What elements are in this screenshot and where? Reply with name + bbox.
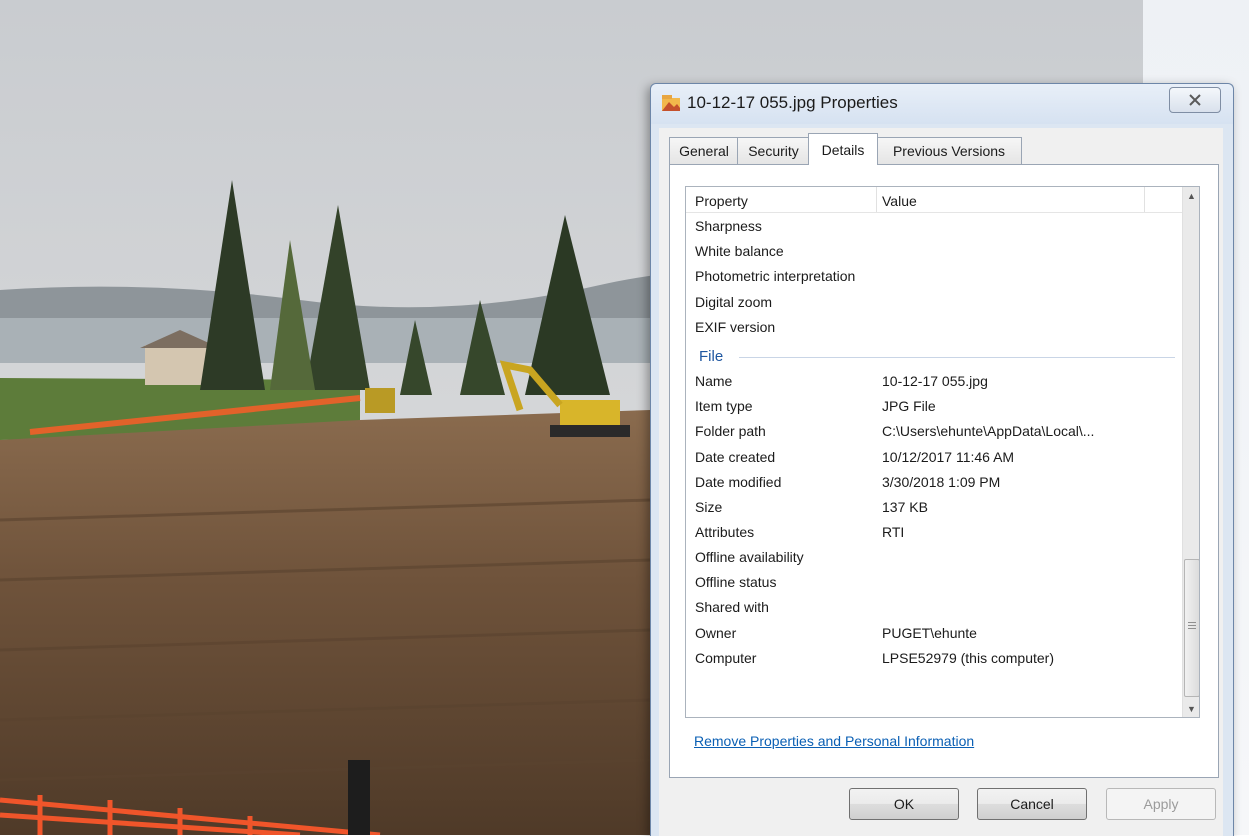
grip-icon <box>1188 622 1196 630</box>
list-item[interactable]: EXIF version <box>695 319 1175 344</box>
group-divider <box>739 357 1175 358</box>
tab-details[interactable]: Details <box>808 133 878 165</box>
property-name: EXIF version <box>695 319 776 335</box>
properties-dialog: 10-12-17 055.jpg Properties General Secu… <box>650 83 1234 836</box>
list-item[interactable]: Item type JPG File <box>695 398 1175 423</box>
list-item[interactable]: Digital zoom <box>695 294 1175 319</box>
ok-button[interactable]: OK <box>849 788 959 820</box>
list-item[interactable]: Date modified 3/30/2018 1:09 PM <box>695 474 1175 499</box>
group-label: File <box>699 348 728 365</box>
tab-previous-versions[interactable]: Previous Versions <box>876 137 1022 164</box>
column-header-property[interactable]: Property <box>695 193 748 209</box>
close-button[interactable] <box>1169 87 1221 113</box>
property-name: Owner <box>695 625 737 641</box>
property-value: 3/30/2018 1:09 PM <box>882 474 1001 490</box>
list-item[interactable]: Sharpness <box>695 218 1175 243</box>
column-header-value[interactable]: Value <box>882 193 917 209</box>
apply-button[interactable]: Apply <box>1106 788 1216 820</box>
list-item[interactable]: Name 10-12-17 055.jpg <box>695 373 1175 398</box>
property-name: Sharpness <box>695 218 762 234</box>
cancel-button[interactable]: Cancel <box>977 788 1087 820</box>
list-header: Property Value <box>686 187 1182 213</box>
property-value: PUGET\ehunte <box>882 625 977 641</box>
property-value: C:\Users\ehunte\AppData\Local\... <box>882 423 1095 439</box>
image-file-icon <box>662 95 680 111</box>
list-item[interactable]: Computer LPSE52979 (this computer) <box>695 650 1175 675</box>
property-name: Offline status <box>695 574 777 590</box>
list-item[interactable]: Photometric interpretation <box>695 268 1175 293</box>
list-item[interactable]: Owner PUGET\ehunte <box>695 625 1175 650</box>
details-page: Property Value Sharpness White balance P… <box>669 164 1219 778</box>
list-item[interactable]: Offline availability <box>695 549 1175 574</box>
vertical-scrollbar[interactable]: ▲ ▼ <box>1182 187 1199 717</box>
scrollbar-thumb[interactable] <box>1184 559 1199 697</box>
property-value: 10/12/2017 11:46 AM <box>882 449 1015 465</box>
scroll-up-arrow-icon[interactable]: ▲ <box>1183 187 1199 204</box>
property-name: Digital zoom <box>695 294 773 310</box>
list-item[interactable]: Folder path C:\Users\ehunte\AppData\Loca… <box>695 423 1175 448</box>
property-name: Name <box>695 373 733 389</box>
property-name: Photometric interpretation <box>695 268 856 284</box>
close-icon <box>1189 94 1201 106</box>
window-title: 10-12-17 055.jpg Properties <box>687 93 898 112</box>
list-item[interactable]: Attributes RTI <box>695 524 1175 549</box>
property-name: Item type <box>695 398 753 414</box>
list-item[interactable]: White balance <box>695 243 1175 268</box>
property-name: Folder path <box>695 423 766 439</box>
details-list[interactable]: Property Value Sharpness White balance P… <box>685 186 1200 718</box>
list-item[interactable]: Shared with <box>695 599 1175 624</box>
column-divider[interactable] <box>1144 187 1145 212</box>
column-divider[interactable] <box>876 187 877 212</box>
property-name: Computer <box>695 650 757 666</box>
property-name: Shared with <box>695 599 769 615</box>
property-value: JPG File <box>882 398 936 414</box>
list-item[interactable]: Offline status <box>695 574 1175 599</box>
remove-properties-link[interactable]: Remove Properties and Personal Informati… <box>694 733 974 749</box>
list-item[interactable]: Size 137 KB <box>695 499 1175 524</box>
property-value: 137 KB <box>882 499 928 515</box>
scroll-down-arrow-icon[interactable]: ▼ <box>1183 700 1199 717</box>
group-header-file[interactable]: File <box>699 348 1175 368</box>
property-name: Offline availability <box>695 549 804 565</box>
property-name: Attributes <box>695 524 755 540</box>
title-bar[interactable]: 10-12-17 055.jpg Properties <box>651 84 1233 124</box>
tab-security[interactable]: Security <box>737 137 810 164</box>
property-name: Date created <box>695 449 776 465</box>
property-value: 10-12-17 055.jpg <box>882 373 988 389</box>
property-value: RTI <box>882 524 905 540</box>
property-name: Size <box>695 499 723 515</box>
property-value: LPSE52979 (this computer) <box>882 650 1054 666</box>
property-name: Date modified <box>695 474 782 490</box>
list-item[interactable]: Date created 10/12/2017 11:46 AM <box>695 449 1175 474</box>
tab-general[interactable]: General <box>669 137 739 164</box>
property-name: White balance <box>695 243 784 259</box>
